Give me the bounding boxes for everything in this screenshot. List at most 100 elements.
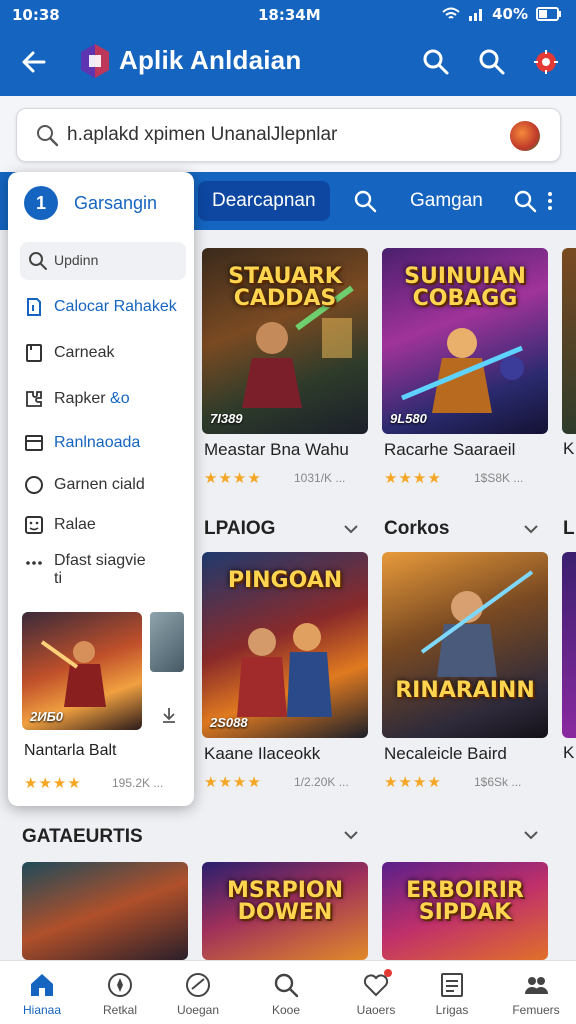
game-card[interactable] xyxy=(22,862,188,960)
tab-gamgan[interactable]: Gamgan xyxy=(410,181,483,221)
rating-stars: ★★★★ xyxy=(204,470,262,487)
drawer-item-ranlnaoada[interactable]: Ranlnaoada xyxy=(24,430,190,458)
page-title: Aplik Anldaian xyxy=(119,45,302,75)
download-count: 1$S8K ... xyxy=(474,471,524,485)
chevron-down-icon[interactable] xyxy=(342,520,360,538)
game-name: Meastar Bna Wahu xyxy=(204,440,349,459)
chevron-down-icon[interactable] xyxy=(522,520,540,538)
game-thumbnail: RINARAINN xyxy=(382,552,548,738)
nav-item-retkal[interactable]: Retkal xyxy=(80,967,160,1023)
game-thumbnail: PINGOAN 2S088 xyxy=(202,552,368,738)
signal-icon xyxy=(469,9,483,21)
nav-label: Retkal xyxy=(102,1003,137,1017)
drawer-item-dfast[interactable]: Dfast siagvie ti xyxy=(24,550,190,590)
drawer-search[interactable]: Updinn xyxy=(20,242,186,280)
game-thumbnail: MSRPION DOWEN xyxy=(202,862,368,960)
face-icon xyxy=(25,516,43,534)
drawer-item-rapker[interactable]: Rapker &o xyxy=(24,386,190,414)
rating-stars: ★★★★ xyxy=(204,774,262,791)
settings-gear-icon[interactable] xyxy=(530,46,562,78)
side-drawer: 1 Garsangin Updinn Calocar Rahakek Carne… xyxy=(8,172,194,806)
game-name: Nantarla Balt xyxy=(24,742,117,759)
tab-dearcapnan[interactable]: Dearcapnan xyxy=(198,181,330,221)
nav-item-home[interactable]: Hianaa xyxy=(2,967,82,1023)
game-thumbnail: ERBOIRIR SIPDAK xyxy=(382,862,548,960)
section-title: Corkos xyxy=(384,518,450,539)
rating-stars: ★★★★ xyxy=(24,775,82,792)
nav-label: Femuers xyxy=(512,1003,560,1017)
dots-icon xyxy=(26,561,42,565)
nav-label: Hianaa xyxy=(22,1003,62,1017)
search-icon[interactable] xyxy=(352,188,378,214)
nav-item-kooe[interactable]: Kooe xyxy=(246,967,326,1023)
drawer-item-calocar[interactable]: Calocar Rahakek xyxy=(24,294,190,322)
drawer-item-carneak[interactable]: Carneak xyxy=(24,340,190,368)
search-input[interactable] xyxy=(67,121,507,149)
app-bar: Aplik Anldaian xyxy=(0,28,576,96)
game-thumbnail: SUINUIAN COBAGG 9L580 xyxy=(382,248,548,434)
game-card[interactable]: SUINUIAN COBAGG 9L580 Racarhe Saaraeil ★… xyxy=(382,248,548,500)
drawer-item-ralae[interactable]: Ralae xyxy=(24,512,190,540)
download-icon[interactable] xyxy=(160,706,178,724)
game-name: Racarhe Saaraeil xyxy=(384,440,516,459)
drawer-search-label: Updinn xyxy=(54,252,99,268)
partial-card-thumb xyxy=(562,248,576,434)
game-name: Kaane Ilaceokk xyxy=(204,744,321,763)
status-time: 10:38 xyxy=(12,6,60,24)
search-bar xyxy=(16,108,561,162)
nav-item-lrigas[interactable]: Lrigas xyxy=(412,967,492,1023)
rating-stars: ★★★★ xyxy=(384,470,442,487)
nav-label: Lrigas xyxy=(435,1003,469,1017)
library-icon xyxy=(27,298,41,316)
list-icon xyxy=(441,973,463,997)
nav-item-femuers[interactable]: Femuers xyxy=(496,967,576,1023)
search-icon xyxy=(37,125,59,147)
game-card[interactable]: PINGOAN 2S088 Kaane Ilaceokk ★★★★ 1/2.20… xyxy=(202,552,368,804)
drawer-item-label: Carneak xyxy=(54,344,115,361)
download-count: 195.2K ... xyxy=(112,776,164,790)
download-count: 1031/K ... xyxy=(294,471,346,485)
game-card[interactable]: ERBOIRIR SIPDAK xyxy=(382,862,548,960)
drawer-game-thumbnail-secondary[interactable] xyxy=(150,612,184,672)
back-arrow-icon[interactable] xyxy=(18,46,50,78)
more-vertical-icon[interactable] xyxy=(542,188,558,214)
card-badge: 2S088 xyxy=(210,715,248,730)
chevron-down-icon[interactable] xyxy=(522,826,540,844)
partial-card-label: K xyxy=(563,439,575,458)
nav-item-uoegan[interactable]: Uoegan xyxy=(158,967,238,1023)
bottom-nav: Hianaa Retkal Uoegan Kooe Uaoers Lrigas … xyxy=(0,960,576,1024)
thumbnail-title: MSRPION DOWEN xyxy=(226,878,344,925)
rating-stars: ★★★★ xyxy=(384,774,442,791)
avatar[interactable] xyxy=(510,121,540,151)
panel-icon xyxy=(25,435,43,451)
nav-item-uaoers[interactable]: Uaoers xyxy=(336,967,416,1023)
app-root: { "status": {"time_left": "10:38", "time… xyxy=(0,0,576,1024)
game-card[interactable]: MSRPION DOWEN xyxy=(202,862,368,960)
drawer-item-label: Ralae xyxy=(54,516,96,533)
game-thumbnail xyxy=(22,862,188,960)
search-icon[interactable] xyxy=(420,46,452,78)
compass-icon xyxy=(108,973,132,997)
bookmark-icon xyxy=(26,344,42,362)
thumbnail-title: ERBOIRIR SIPDAK xyxy=(406,878,524,925)
drawer-item-label: Dfast siagvie ti xyxy=(54,552,146,587)
status-clock: 18:34M xyxy=(258,6,321,24)
search-icon[interactable] xyxy=(512,188,538,214)
chevron-down-icon[interactable] xyxy=(342,826,360,844)
status-bar: 10:38 18:34M 40% xyxy=(0,0,576,28)
game-card[interactable]: STAUARK CADDAS 7I389 Meastar Bna Wahu ★★… xyxy=(202,248,368,500)
download-count: 1/2.20K ... xyxy=(294,775,349,789)
game-card[interactable]: RINARAINN Necaleicle Baird ★★★★ 1$6Sk ..… xyxy=(382,552,548,804)
card-badge: 9L580 xyxy=(390,411,427,426)
drawer-item-garnen-ciald[interactable]: Garnen ciald xyxy=(24,472,190,500)
download-count: 1$6Sk ... xyxy=(474,775,522,789)
partial-card-label: K xyxy=(563,743,575,762)
battery-icon xyxy=(536,7,561,21)
app-logo-icon xyxy=(81,44,109,78)
search-icon-secondary[interactable] xyxy=(476,46,508,78)
drawer-badge: 1 xyxy=(24,186,58,220)
thumbnail-title: PINGOAN xyxy=(227,568,343,593)
drawer-game-thumbnail[interactable]: 2ИБ0 xyxy=(22,612,142,730)
notification-dot xyxy=(384,969,392,977)
thumbnail-title: STAUARK CADDAS xyxy=(228,264,342,311)
